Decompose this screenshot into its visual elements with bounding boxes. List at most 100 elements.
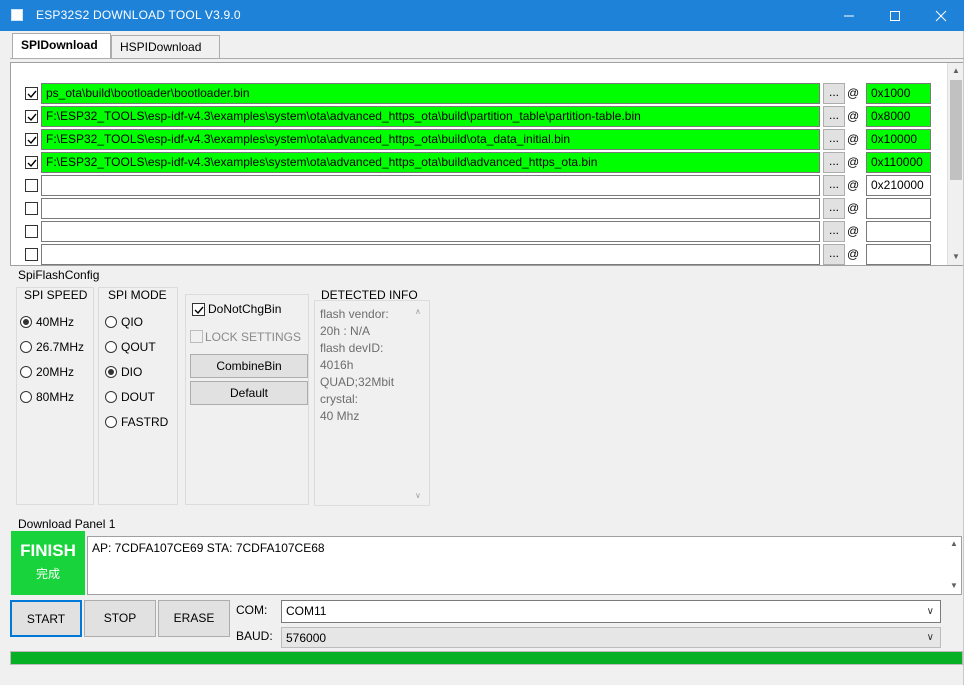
- mode-radio-dio[interactable]: [105, 366, 117, 378]
- mode-option-label[interactable]: QOUT: [121, 340, 156, 354]
- speed-option-label[interactable]: 20MHz: [36, 365, 74, 379]
- lock-settings-label[interactable]: LOCK SETTINGS: [205, 330, 301, 344]
- donotchgbin-checkbox[interactable]: [192, 303, 205, 316]
- mode-option-label[interactable]: DOUT: [121, 390, 155, 404]
- scrollbar-thumb[interactable]: [950, 80, 962, 180]
- close-button[interactable]: [918, 0, 964, 31]
- mode-option-label[interactable]: DIO: [121, 365, 142, 379]
- file-enable-checkbox[interactable]: [25, 202, 38, 215]
- detected-line: 20h : N/A: [320, 324, 371, 338]
- file-enable-checkbox[interactable]: [25, 179, 38, 192]
- file-enable-checkbox[interactable]: [25, 225, 38, 238]
- speed-option-label[interactable]: 80MHz: [36, 390, 74, 404]
- status-scroll-down-icon[interactable]: ▼: [950, 581, 958, 590]
- file-path-field[interactable]: F:\ESP32_TOOLS\esp-idf-v4.3\examples\sys…: [41, 129, 820, 150]
- erase-button[interactable]: ERASE: [158, 600, 230, 637]
- file-enable-checkbox[interactable]: [25, 156, 38, 169]
- scroll-up-icon[interactable]: ▲: [948, 63, 964, 79]
- speed-option-label[interactable]: 40MHz: [36, 315, 74, 329]
- address-field[interactable]: 0x210000: [866, 175, 931, 196]
- browse-button[interactable]: ...: [823, 152, 845, 173]
- combinebin-button[interactable]: CombineBin: [190, 354, 308, 378]
- close-icon: [935, 10, 947, 22]
- at-label: @: [847, 109, 860, 123]
- address-field[interactable]: [866, 244, 931, 265]
- default-button[interactable]: Default: [190, 381, 308, 405]
- address-field[interactable]: 0x1000: [866, 83, 931, 104]
- status-message: AP: 7CDFA107CE69 STA: 7CDFA107CE68: [92, 541, 325, 555]
- minimize-button[interactable]: [826, 0, 872, 31]
- detected-line: QUAD;32Mbit: [320, 375, 395, 389]
- scroll-down-icon[interactable]: ▼: [948, 249, 964, 265]
- com-port-value: COM11: [286, 604, 327, 618]
- speed-radio-26mhz[interactable]: [20, 341, 32, 353]
- tab-spidownload[interactable]: SPIDownload: [12, 33, 111, 59]
- at-label: @: [847, 86, 860, 100]
- tab-divider: [10, 58, 964, 59]
- speed-radio-80mhz[interactable]: [20, 391, 32, 403]
- mode-radio-qio[interactable]: [105, 316, 117, 328]
- detected-scroll-up-icon[interactable]: ∧: [415, 307, 421, 316]
- browse-button[interactable]: ...: [823, 198, 845, 219]
- spi-speed-label: SPI SPEED: [24, 288, 88, 302]
- baud-label: BAUD:: [236, 629, 273, 643]
- browse-button[interactable]: ...: [823, 106, 845, 127]
- mode-radio-qout[interactable]: [105, 341, 117, 353]
- file-enable-checkbox[interactable]: [25, 87, 38, 100]
- file-row: F:\ESP32_TOOLS\esp-idf-v4.3\examples\sys…: [11, 129, 946, 152]
- file-path-field[interactable]: F:\ESP32_TOOLS\esp-idf-v4.3\examples\sys…: [41, 152, 820, 173]
- browse-button[interactable]: ...: [823, 129, 845, 150]
- speed-radio-40mhz[interactable]: [20, 316, 32, 328]
- file-path-field[interactable]: ps_ota\build\bootloader\bootloader.bin: [41, 83, 820, 104]
- status-scrollbar[interactable]: ▲ ▼: [947, 537, 961, 594]
- download-panel-label: Download Panel 1: [18, 517, 116, 531]
- status-scroll-up-icon[interactable]: ▲: [950, 539, 958, 548]
- file-path-field[interactable]: [41, 244, 820, 265]
- lock-settings-checkbox[interactable]: [190, 330, 203, 343]
- chevron-down-icon[interactable]: ∨: [927, 601, 934, 622]
- progress-bar: [10, 651, 963, 665]
- speed-option-label[interactable]: 26.7MHz: [36, 340, 84, 354]
- speed-radio-20mhz[interactable]: [20, 366, 32, 378]
- app-icon: [11, 9, 23, 21]
- file-enable-checkbox[interactable]: [25, 248, 38, 261]
- file-enable-checkbox[interactable]: [25, 110, 38, 123]
- browse-button[interactable]: ...: [823, 244, 845, 265]
- browse-button[interactable]: ...: [823, 221, 845, 242]
- checkmark-icon: [27, 113, 37, 122]
- address-field[interactable]: 0x10000: [866, 129, 931, 150]
- file-enable-checkbox[interactable]: [25, 133, 38, 146]
- browse-button[interactable]: ...: [823, 175, 845, 196]
- baud-select[interactable]: 576000 ∨: [281, 627, 941, 648]
- start-button[interactable]: START: [10, 600, 82, 637]
- file-path-field[interactable]: F:\ESP32_TOOLS\esp-idf-v4.3\examples\sys…: [41, 106, 820, 127]
- com-port-select[interactable]: COM11 ∨: [281, 600, 941, 623]
- file-row: F:\ESP32_TOOLS\esp-idf-v4.3\examples\sys…: [11, 106, 946, 129]
- mode-radio-fastrd[interactable]: [105, 416, 117, 428]
- file-path-field[interactable]: [41, 175, 820, 196]
- donotchgbin-label[interactable]: DoNotChgBin: [208, 302, 281, 316]
- address-field[interactable]: [866, 221, 931, 242]
- mode-option-label[interactable]: QIO: [121, 315, 143, 329]
- at-label: @: [847, 178, 860, 192]
- file-path-field[interactable]: [41, 198, 820, 219]
- checkmark-icon: [27, 159, 37, 168]
- detected-line: 4016h: [320, 358, 354, 372]
- maximize-button[interactable]: [872, 0, 918, 31]
- checkmark-icon: [27, 90, 37, 99]
- tab-hspidownload[interactable]: HSPIDownload: [111, 35, 220, 58]
- baud-value: 576000: [286, 631, 327, 645]
- at-label: @: [847, 247, 860, 261]
- stop-button[interactable]: STOP: [84, 600, 156, 637]
- chevron-down-icon[interactable]: ∨: [927, 628, 934, 648]
- address-field[interactable]: [866, 198, 931, 219]
- browse-button[interactable]: ...: [823, 83, 845, 104]
- mode-radio-dout[interactable]: [105, 391, 117, 403]
- file-path-field[interactable]: [41, 221, 820, 242]
- file-list-scrollbar[interactable]: ▲ ▼: [947, 63, 963, 265]
- status-message-box[interactable]: AP: 7CDFA107CE69 STA: 7CDFA107CE68 ▲ ▼: [87, 536, 962, 595]
- mode-option-label[interactable]: FASTRD: [121, 415, 168, 429]
- detected-scroll-down-icon[interactable]: ∨: [415, 491, 421, 500]
- address-field[interactable]: 0x110000: [866, 152, 931, 173]
- address-field[interactable]: 0x8000: [866, 106, 931, 127]
